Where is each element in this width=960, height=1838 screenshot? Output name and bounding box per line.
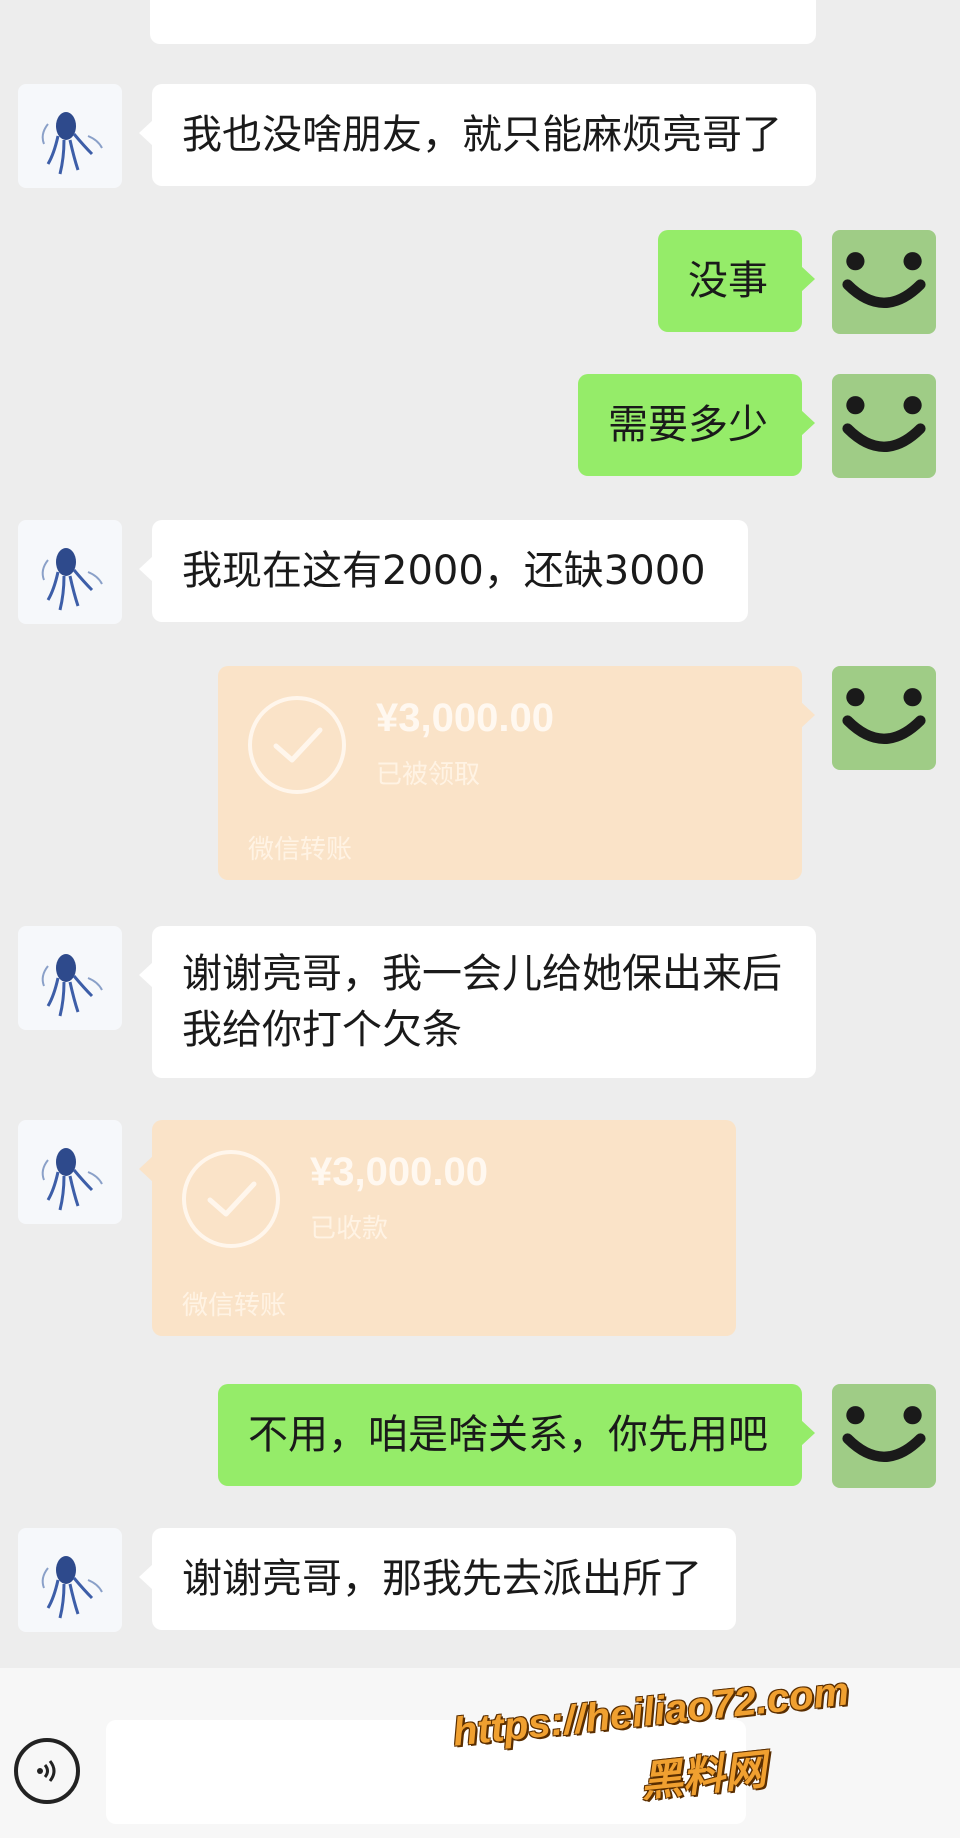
message-bubble-outgoing[interactable]: 没事 xyxy=(658,230,815,332)
message-bubble-incoming[interactable]: 我现在这有2000，还缺3000 xyxy=(139,520,748,622)
self-avatar[interactable] xyxy=(832,374,936,478)
transfer-card-outgoing[interactable]: ¥3,000.00 已被领取 微信转账 xyxy=(218,666,815,880)
smiley-avatar-icon xyxy=(842,1406,926,1462)
transfer-amount: ¥3,000.00 xyxy=(376,696,554,740)
check-icon xyxy=(207,1181,257,1217)
contact-avatar[interactable] xyxy=(18,1120,122,1224)
message-bubble-incoming[interactable]: 我也没啥朋友，就只能麻烦亮哥了 xyxy=(139,84,816,186)
previous-message-bubble xyxy=(150,0,816,44)
check-circle xyxy=(248,696,346,794)
message-text: 需要多少 xyxy=(608,402,768,448)
jellyfish-avatar-icon xyxy=(41,1148,103,1211)
contact-avatar[interactable] xyxy=(18,520,122,624)
message-bubble-incoming[interactable]: 谢谢亮哥，我一会儿给她保出来后我给你打个欠条 xyxy=(139,926,816,1078)
transfer-amount: ¥3,000.00 xyxy=(310,1150,488,1194)
transfer-status: 已收款 xyxy=(310,1214,389,1244)
voice-button[interactable] xyxy=(14,1738,80,1804)
contact-avatar[interactable] xyxy=(18,1528,122,1632)
message-text: 没事 xyxy=(688,258,768,304)
self-avatar[interactable] xyxy=(832,230,936,334)
transfer-card-incoming[interactable]: ¥3,000.00 已收款 微信转账 xyxy=(139,1120,736,1336)
smiley-avatar-icon xyxy=(842,252,926,308)
smiley-avatar-icon xyxy=(842,396,926,452)
message-text: 我也没啥朋友，就只能麻烦亮哥了 xyxy=(182,112,782,158)
transfer-source-label: 微信转账 xyxy=(182,1291,287,1321)
message-text: 谢谢亮哥，我一会儿给她保出来后我给你打个欠条 xyxy=(182,951,782,1053)
check-circle xyxy=(182,1150,280,1248)
message-text: 不用，咱是啥关系，你先用吧 xyxy=(248,1412,768,1458)
voice-icon xyxy=(37,1760,56,1782)
transfer-status: 已被领取 xyxy=(376,760,481,790)
message-text: 谢谢亮哥，那我先去派出所了 xyxy=(182,1556,702,1602)
jellyfish-avatar-icon xyxy=(41,1556,103,1619)
message-bubble-outgoing[interactable]: 不用，咱是啥关系，你先用吧 xyxy=(218,1384,815,1486)
transfer-source-label: 微信转账 xyxy=(248,835,353,865)
self-avatar[interactable] xyxy=(832,666,936,770)
message-bubble-outgoing[interactable]: 需要多少 xyxy=(578,374,815,476)
contact-avatar[interactable] xyxy=(18,84,122,188)
smiley-avatar-icon xyxy=(842,688,926,744)
jellyfish-avatar-icon xyxy=(41,954,103,1017)
message-text: 我现在这有2000，还缺3000 xyxy=(182,548,706,594)
self-avatar[interactable] xyxy=(832,1384,936,1488)
message-bubble-incoming[interactable]: 谢谢亮哥，那我先去派出所了 xyxy=(139,1528,736,1630)
check-icon xyxy=(273,727,323,763)
jellyfish-avatar-icon xyxy=(41,112,103,175)
jellyfish-avatar-icon xyxy=(41,548,103,611)
contact-avatar[interactable] xyxy=(18,926,122,1030)
